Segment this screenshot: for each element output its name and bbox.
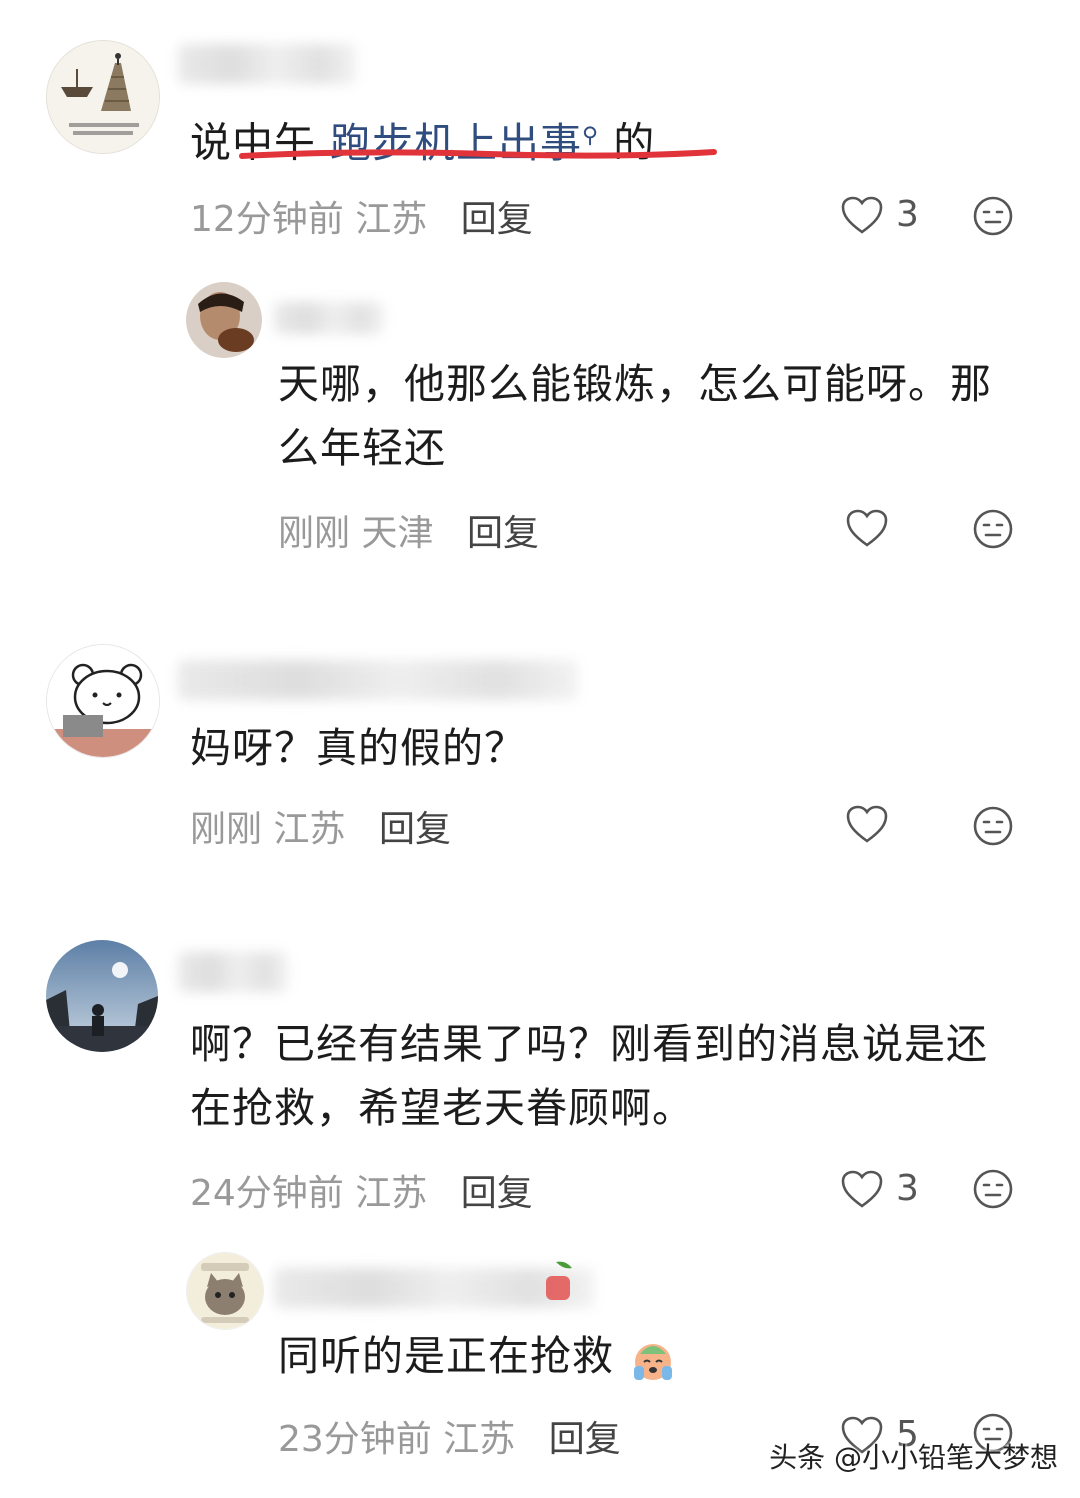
username-blurred[interactable] — [178, 660, 578, 700]
reply-button[interactable]: 回复 — [467, 513, 539, 554]
person-avatar-image — [186, 282, 262, 358]
location: 江苏 — [355, 1173, 428, 1214]
avatar[interactable] — [186, 1252, 264, 1330]
avatar[interactable] — [46, 940, 158, 1052]
comment-meta: 刚刚 天津 回复 — [278, 504, 539, 556]
like-button[interactable] — [845, 508, 921, 548]
comment-meta: 刚刚 江苏 回复 — [190, 800, 451, 852]
heart-icon — [846, 805, 888, 843]
heart-icon — [841, 196, 883, 234]
avatar[interactable] — [46, 644, 160, 758]
bear-laptop-avatar-image — [47, 645, 159, 757]
username-blurred[interactable] — [178, 44, 356, 84]
meh-face-icon[interactable] — [972, 195, 1014, 237]
timestamp: 23分钟前 — [278, 1419, 432, 1460]
meh-face-icon[interactable] — [972, 1168, 1014, 1210]
timestamp: 刚刚 — [190, 809, 263, 850]
avatar[interactable] — [186, 282, 262, 358]
location: 江苏 — [273, 809, 346, 850]
timestamp: 12分钟前 — [190, 199, 344, 240]
like-count: 3 — [896, 1168, 919, 1209]
username-blurred[interactable] — [178, 952, 288, 992]
landscape-avatar-image — [46, 940, 158, 1052]
watermark: 头条 @小小铅笔大梦想 — [769, 1441, 1058, 1474]
red-underline-annotation — [239, 149, 717, 159]
meh-face-icon[interactable] — [972, 508, 1014, 550]
reply-button[interactable]: 回复 — [379, 809, 451, 850]
boat-pier-avatar-image — [47, 41, 159, 153]
like-button[interactable] — [845, 804, 921, 844]
meh-face-icon[interactable] — [972, 805, 1014, 847]
reply-button[interactable]: 回复 — [461, 1173, 533, 1214]
timestamp: 刚刚 — [278, 513, 351, 554]
like-button[interactable]: 3 — [840, 194, 919, 235]
username-blurred[interactable] — [274, 302, 384, 334]
comment-text: 啊？已经有结果了吗？刚看到的消息说是还在抢救，希望老天眷顾啊。 — [190, 1020, 988, 1132]
comment-text: 同听的是正在抢救 — [278, 1324, 1018, 1388]
like-button[interactable]: 3 — [840, 1168, 919, 1209]
comment-meta: 12分钟前 江苏 回复 — [190, 190, 533, 242]
timestamp: 24分钟前 — [190, 1173, 344, 1214]
cherry-icon — [546, 1261, 572, 1300]
heart-icon — [841, 1170, 883, 1208]
reply-button[interactable]: 回复 — [549, 1419, 621, 1460]
reply-button[interactable]: 回复 — [461, 199, 533, 240]
comment-meta: 24分钟前 江苏 回复 — [190, 1164, 533, 1216]
comment-text: 天哪，他那么能锻炼，怎么可能呀。那么年轻还 — [278, 360, 992, 472]
comment-meta: 23分钟前 江苏 回复 — [278, 1410, 621, 1462]
cat-avatar-image — [187, 1253, 263, 1329]
location: 江苏 — [355, 199, 428, 240]
location: 天津 — [361, 513, 434, 554]
location: 江苏 — [443, 1419, 516, 1460]
avatar[interactable] — [46, 40, 160, 154]
comment-text: 妈呀？真的假的？ — [190, 724, 526, 772]
like-count: 3 — [896, 194, 919, 235]
heart-icon — [846, 509, 888, 547]
crying-emoji-icon — [634, 1344, 673, 1380]
